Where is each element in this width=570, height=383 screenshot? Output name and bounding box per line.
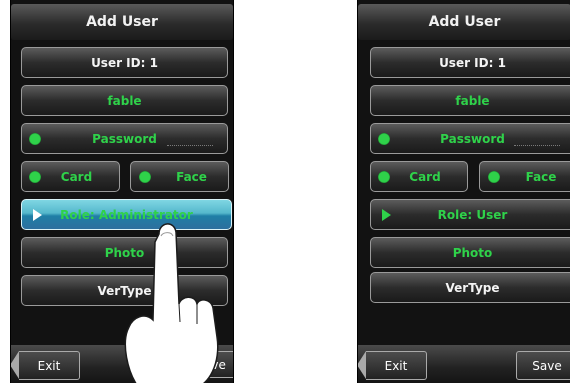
save-button[interactable]: Save — [516, 351, 570, 380]
user-id-button[interactable]: User ID: 1 — [370, 47, 570, 78]
user-id-label: User ID: 1 — [91, 55, 158, 70]
role-label: Role: User — [437, 207, 508, 222]
status-dot-icon — [29, 133, 41, 145]
status-dot-icon — [378, 133, 390, 145]
name-button[interactable]: fable — [21, 85, 228, 116]
page-title: Add User — [11, 4, 233, 40]
password-underline — [167, 145, 213, 146]
card-button[interactable]: Card — [370, 161, 468, 192]
status-dot-icon — [488, 171, 500, 183]
password-label: Password — [440, 131, 505, 146]
bottom-bar: Exit Save — [358, 345, 570, 383]
card-label: Card — [60, 169, 93, 184]
password-label: Password — [92, 131, 157, 146]
status-dot-icon — [139, 171, 151, 183]
card-button[interactable]: Card — [21, 161, 120, 192]
selection-arrow-icon — [382, 209, 391, 221]
status-dot-icon — [29, 171, 41, 183]
face-label: Face — [525, 169, 557, 184]
name-button[interactable]: fable — [370, 85, 570, 116]
user-id-button[interactable]: User ID: 1 — [21, 47, 228, 78]
photo-button[interactable]: Photo — [370, 237, 570, 268]
right-device-screen: Add User User ID: 1 fable Password Card … — [357, 0, 570, 383]
exit-button[interactable]: Exit — [358, 351, 427, 380]
face-button[interactable]: Face — [130, 161, 229, 192]
save-label: Save — [532, 358, 562, 373]
photo-label: Photo — [452, 245, 493, 260]
pointing-hand-icon — [124, 223, 219, 383]
exit-button[interactable]: Exit — [11, 351, 80, 380]
password-button[interactable]: Password — [370, 123, 570, 154]
password-underline — [514, 145, 560, 146]
face-label: Face — [176, 169, 207, 184]
exit-label: Exit — [37, 358, 61, 373]
vertype-button[interactable]: VerType — [370, 272, 570, 303]
selection-arrow-icon — [33, 209, 42, 221]
name-label: fable — [455, 93, 490, 108]
page-title: Add User — [358, 4, 570, 40]
user-id-label: User ID: 1 — [439, 55, 506, 70]
name-label: fable — [107, 93, 142, 108]
password-button[interactable]: Password — [21, 123, 228, 154]
status-dot-icon — [378, 171, 390, 183]
vertype-label: VerType — [445, 280, 500, 295]
exit-label: Exit — [384, 358, 408, 373]
left-device-screen: Add User User ID: 1 fable Password Card … — [10, 0, 234, 383]
role-button[interactable]: Role: User — [370, 199, 570, 230]
face-button[interactable]: Face — [479, 161, 570, 192]
card-label: Card — [409, 169, 441, 184]
